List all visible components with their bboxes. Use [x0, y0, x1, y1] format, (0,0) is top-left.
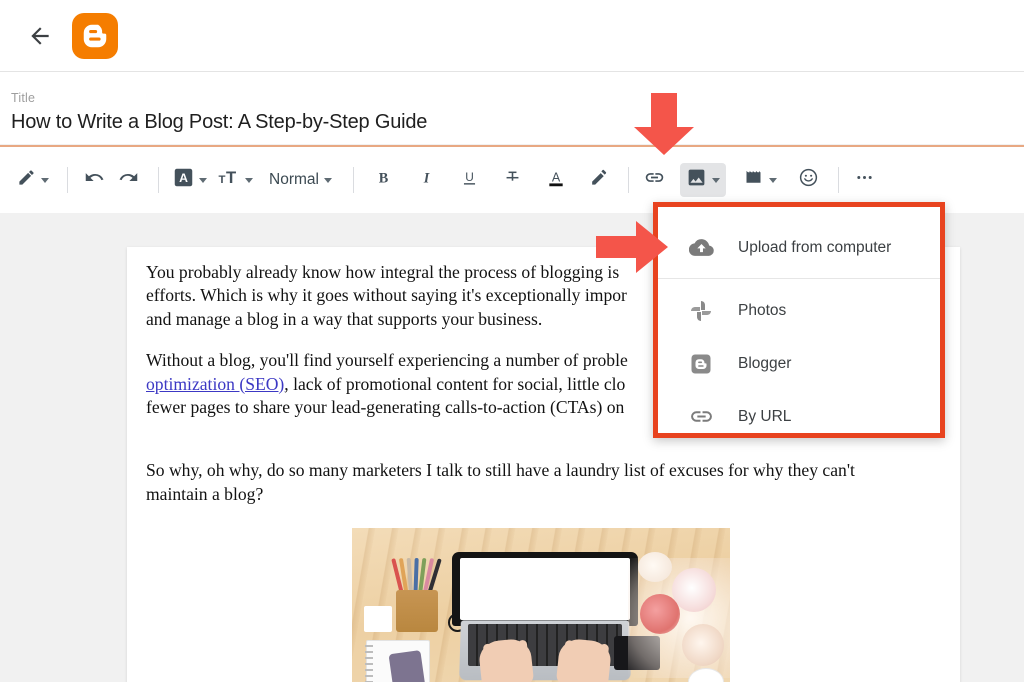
menu-divider: [658, 278, 940, 279]
menu-item-label: Blogger: [738, 354, 792, 372]
seo-link[interactable]: optimization (SEO): [146, 374, 284, 394]
chevron-down-icon: [711, 177, 720, 183]
underline-button[interactable]: U: [455, 163, 485, 197]
menu-item-photos[interactable]: Photos: [658, 284, 940, 337]
svg-text:T: T: [226, 168, 236, 187]
white-box-prop: [364, 606, 392, 633]
image-menu-highlight-box: Upload from computer Photos Blogger By U…: [653, 202, 945, 438]
text-color-icon: A: [546, 167, 566, 194]
svg-text:A: A: [179, 171, 188, 185]
font-family-button[interactable]: A: [170, 163, 210, 197]
more-options-button[interactable]: [850, 163, 880, 197]
menu-item-label: By URL: [738, 407, 792, 425]
bold-button[interactable]: B: [369, 163, 399, 197]
insert-emoji-button[interactable]: [794, 163, 824, 197]
paragraph-1-line-2: efforts. Which is why it goes without sa…: [146, 285, 627, 306]
paragraph-2-line-1: Without a blog, you'll find yourself exp…: [146, 350, 628, 371]
link-icon: [688, 404, 714, 430]
menu-item-label: Photos: [738, 301, 787, 319]
italic-button[interactable]: I: [412, 163, 442, 197]
paragraph-1-line-1: You probably already know how integral t…: [146, 262, 620, 282]
right-hand: [555, 637, 613, 682]
paragraph-1-line-3: and manage a blog in a way that supports…: [146, 308, 543, 329]
menu-item-label: Upload from computer: [738, 238, 892, 256]
paragraph-2-line-3: fewer pages to share your lead-generatin…: [146, 396, 625, 417]
redo-button[interactable]: [113, 163, 143, 197]
undo-icon: [84, 167, 105, 193]
font-size-button[interactable]: T T: [214, 163, 256, 197]
image-icon: [686, 167, 707, 193]
toolbar-divider: [67, 167, 68, 193]
emoji-icon: [798, 167, 819, 193]
rose-flower: [638, 552, 672, 583]
paragraph-2-line-2-rest: , lack of promotional content for social…: [284, 373, 626, 394]
pen-tool-button[interactable]: [14, 163, 52, 197]
title-input[interactable]: [11, 111, 991, 134]
left-hand: [477, 637, 535, 682]
strikethrough-button[interactable]: [498, 163, 528, 197]
svg-text:U: U: [466, 170, 475, 184]
menu-item-by-url[interactable]: By URL: [658, 390, 940, 433]
redo-icon: [118, 167, 139, 193]
svg-text:B: B: [379, 170, 389, 186]
paragraph-style-button[interactable]: Normal: [266, 163, 335, 197]
rose-flower: [682, 624, 724, 667]
highlighter-icon: [589, 168, 608, 192]
underline-icon: U: [460, 168, 479, 193]
embedded-image[interactable]: [352, 528, 730, 682]
text-color-button[interactable]: A: [541, 163, 571, 197]
laptop-screen: [460, 558, 630, 621]
toolbar-divider: [627, 167, 629, 193]
chevron-down-icon: [199, 177, 207, 183]
paragraph-style-value: Normal: [269, 171, 319, 188]
insert-link-button[interactable]: [640, 163, 670, 197]
blogger-square-icon: [688, 351, 714, 377]
svg-text:A: A: [552, 170, 561, 184]
rose-flower: [640, 594, 680, 635]
font-a-icon: A: [173, 167, 194, 193]
menu-item-upload-from-computer[interactable]: Upload from computer: [658, 221, 940, 274]
bold-icon: B: [374, 168, 393, 192]
chevron-down-icon: [41, 177, 49, 183]
chevron-down-icon: [245, 177, 253, 183]
video-icon: [743, 167, 764, 193]
chevron-down-icon: [768, 177, 777, 183]
image-insert-menu: Upload from computer Photos Blogger By U…: [658, 207, 940, 433]
google-photos-icon: [688, 298, 714, 324]
insert-video-button[interactable]: [740, 163, 780, 197]
highlight-color-button[interactable]: [584, 163, 614, 197]
back-button[interactable]: [18, 14, 62, 58]
menu-top-padding: [658, 207, 940, 221]
insert-image-button[interactable]: [679, 163, 726, 197]
upload-cloud-icon: [688, 235, 714, 261]
strikethrough-icon: [503, 168, 522, 192]
undo-button[interactable]: [79, 163, 109, 197]
title-section: Title: [0, 72, 1024, 144]
blogger-logo-icon[interactable]: [72, 12, 118, 59]
pencil-cup: [396, 590, 438, 633]
app-bar: [0, 0, 1024, 72]
toolbar-divider: [352, 167, 354, 193]
toolbar-divider: [158, 167, 159, 193]
menu-item-blogger[interactable]: Blogger: [658, 337, 940, 390]
paragraph-3: So why, oh why, do so many marketers I t…: [146, 460, 855, 504]
svg-text:I: I: [423, 170, 430, 186]
back-arrow-icon: [27, 23, 53, 49]
svg-text:T: T: [218, 174, 225, 186]
chevron-down-icon: [323, 177, 332, 183]
italic-icon: I: [417, 168, 436, 192]
more-horizontal-icon: [854, 167, 875, 193]
title-label: Title: [11, 91, 36, 105]
link-icon: [644, 167, 665, 193]
toolbar-divider: [837, 167, 839, 193]
text-size-icon: T T: [217, 167, 240, 193]
pencil-icon: [17, 168, 36, 192]
rose-flower: [672, 568, 716, 613]
